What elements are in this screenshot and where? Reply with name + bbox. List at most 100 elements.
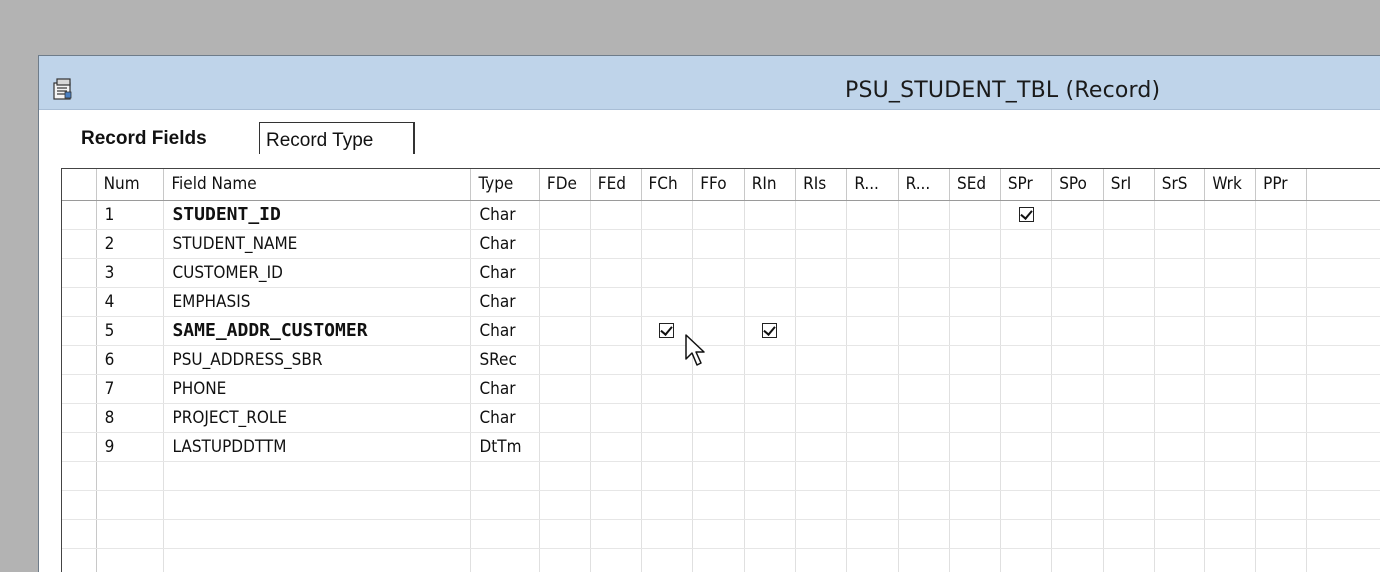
- attribute-cell[interactable]: [846, 374, 899, 404]
- attribute-cell[interactable]: [1000, 258, 1053, 288]
- attribute-cell[interactable]: [1000, 316, 1053, 346]
- attribute-cell[interactable]: [539, 287, 591, 317]
- attribute-cell[interactable]: [949, 258, 1001, 288]
- table-row[interactable]: [62, 490, 1380, 520]
- attribute-cell[interactable]: [1051, 229, 1104, 259]
- attribute-cell[interactable]: [1103, 403, 1155, 433]
- attribute-cell[interactable]: [1255, 432, 1307, 462]
- field-name-cell[interactable]: SAME_ADDR_CUSTOMER: [163, 316, 472, 346]
- attribute-cell[interactable]: [590, 432, 642, 462]
- attribute-cell[interactable]: [949, 229, 1001, 259]
- attribute-cell[interactable]: [898, 258, 951, 288]
- attribute-cell[interactable]: [1103, 374, 1155, 404]
- empty-cell[interactable]: [641, 461, 694, 491]
- attribute-cell[interactable]: [590, 403, 642, 433]
- field-name-cell[interactable]: PSU_ADDRESS_SBR: [163, 345, 472, 375]
- row-selector[interactable]: [62, 374, 97, 404]
- empty-cell[interactable]: [641, 490, 694, 520]
- row-selector[interactable]: [62, 200, 97, 230]
- empty-cell[interactable]: [1103, 461, 1155, 491]
- field-name-cell[interactable]: STUDENT_ID: [163, 200, 472, 230]
- empty-cell[interactable]: [1204, 461, 1257, 491]
- attribute-cell[interactable]: [1154, 287, 1206, 317]
- attribute-cell[interactable]: [744, 345, 797, 375]
- attribute-cell[interactable]: [1204, 229, 1257, 259]
- empty-cell[interactable]: [641, 548, 694, 572]
- attribute-cell[interactable]: [1204, 258, 1257, 288]
- attribute-cell[interactable]: [898, 316, 951, 346]
- field-type-cell[interactable]: SRec: [470, 345, 540, 375]
- empty-cell[interactable]: [898, 490, 951, 520]
- checked-checkbox[interactable]: [1018, 207, 1034, 222]
- attribute-cell[interactable]: [795, 316, 848, 346]
- row-selector[interactable]: [62, 519, 97, 549]
- empty-cell[interactable]: [1255, 519, 1307, 549]
- attribute-cell[interactable]: [949, 345, 1001, 375]
- attribute-cell[interactable]: [1103, 432, 1155, 462]
- empty-cell[interactable]: [949, 490, 1001, 520]
- empty-cell[interactable]: [96, 490, 165, 520]
- empty-cell[interactable]: [1000, 548, 1053, 572]
- attribute-cell[interactable]: [590, 200, 642, 230]
- field-name-cell[interactable]: EMPHASIS: [163, 287, 472, 317]
- table-row[interactable]: 3 CUSTOMER_ID Char: [62, 258, 1380, 288]
- empty-cell[interactable]: [898, 548, 951, 572]
- column-header[interactable]: Type: [470, 169, 540, 201]
- empty-cell[interactable]: [898, 519, 951, 549]
- attribute-cell[interactable]: [1154, 432, 1206, 462]
- table-row[interactable]: 2 STUDENT_NAME Char: [62, 229, 1380, 259]
- attribute-cell[interactable]: [898, 345, 951, 375]
- attribute-cell[interactable]: [949, 432, 1001, 462]
- attribute-cell[interactable]: [898, 374, 951, 404]
- empty-cell[interactable]: [539, 519, 591, 549]
- attribute-cell[interactable]: [1204, 287, 1257, 317]
- attribute-cell[interactable]: [1051, 374, 1104, 404]
- empty-cell[interactable]: [470, 548, 540, 572]
- attribute-cell[interactable]: [744, 229, 797, 259]
- attribute-cell[interactable]: [590, 316, 642, 346]
- attribute-cell[interactable]: [949, 316, 1001, 346]
- attribute-cell[interactable]: [1255, 229, 1307, 259]
- attribute-cell[interactable]: [1154, 345, 1206, 375]
- attribute-cell[interactable]: [744, 432, 797, 462]
- field-type-cell[interactable]: Char: [470, 287, 540, 317]
- row-selector[interactable]: [62, 287, 97, 317]
- table-row[interactable]: 6 PSU_ADDRESS_SBR SRec: [62, 345, 1380, 375]
- attribute-cell[interactable]: [898, 287, 951, 317]
- checked-checkbox[interactable]: [659, 323, 675, 338]
- attribute-cell[interactable]: [898, 432, 951, 462]
- attribute-cell[interactable]: [1000, 200, 1053, 230]
- attribute-cell[interactable]: [744, 316, 797, 346]
- attribute-cell[interactable]: [744, 200, 797, 230]
- attribute-cell[interactable]: [1103, 287, 1155, 317]
- attribute-cell[interactable]: [846, 316, 899, 346]
- attribute-cell[interactable]: [795, 287, 848, 317]
- empty-cell[interactable]: [1204, 519, 1257, 549]
- table-row[interactable]: 4 EMPHASIS Char: [62, 287, 1380, 317]
- attribute-cell[interactable]: [846, 432, 899, 462]
- attribute-cell[interactable]: [1154, 258, 1206, 288]
- attribute-cell[interactable]: [1204, 403, 1257, 433]
- field-name-cell[interactable]: LASTUPDDTTM: [163, 432, 472, 462]
- column-header[interactable]: RIn: [744, 169, 797, 201]
- attribute-cell[interactable]: [846, 287, 899, 317]
- empty-cell[interactable]: [949, 548, 1001, 572]
- empty-cell[interactable]: [1103, 519, 1155, 549]
- attribute-cell[interactable]: [1000, 374, 1053, 404]
- attribute-cell[interactable]: [1255, 374, 1307, 404]
- attribute-cell[interactable]: [846, 200, 899, 230]
- attribute-cell[interactable]: [744, 403, 797, 433]
- empty-cell[interactable]: [539, 490, 591, 520]
- empty-cell[interactable]: [1255, 490, 1307, 520]
- column-header[interactable]: R...: [846, 169, 899, 201]
- attribute-cell[interactable]: [846, 229, 899, 259]
- empty-cell[interactable]: [1051, 519, 1104, 549]
- attribute-cell[interactable]: [1103, 229, 1155, 259]
- attribute-cell[interactable]: [539, 403, 591, 433]
- field-name-cell[interactable]: PROJECT_ROLE: [163, 403, 472, 433]
- empty-cell[interactable]: [590, 461, 642, 491]
- field-num-cell[interactable]: 4: [96, 287, 165, 317]
- field-type-cell[interactable]: Char: [470, 374, 540, 404]
- empty-cell[interactable]: [692, 548, 745, 572]
- attribute-cell[interactable]: [1154, 229, 1206, 259]
